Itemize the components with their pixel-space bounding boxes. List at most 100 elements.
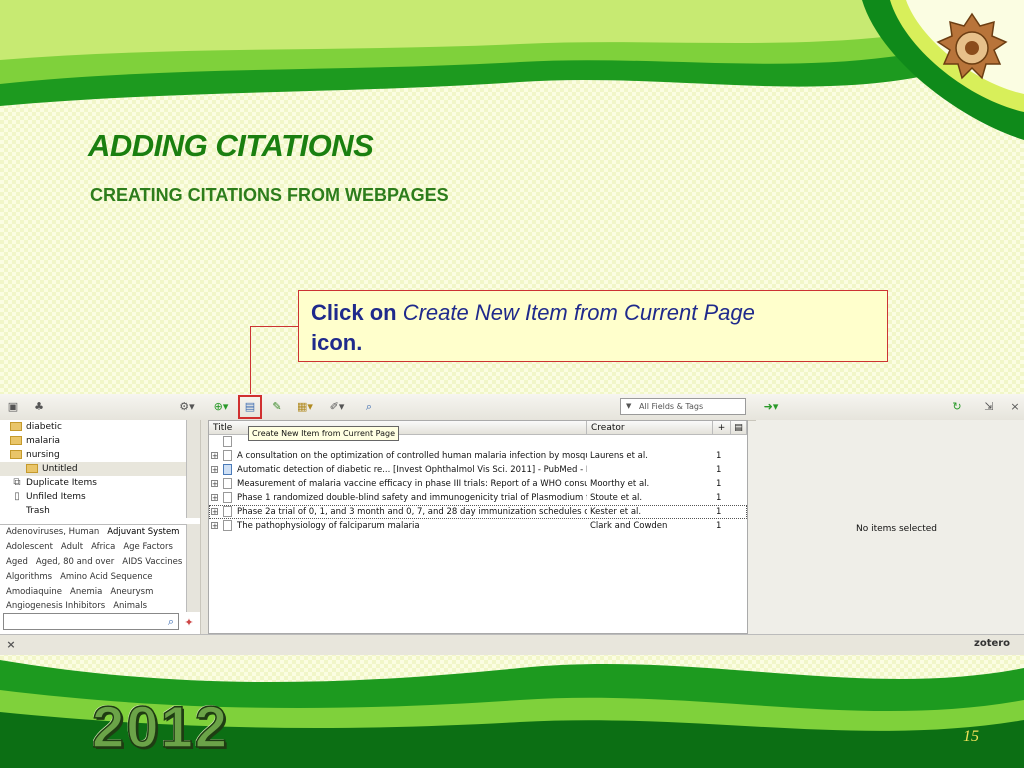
column-header-attachments[interactable]: + [713,421,731,435]
close-icon[interactable]: × [1008,400,1022,414]
tag[interactable]: Amodiaquine [6,587,62,597]
duplicate-icon: ⧉ [13,477,21,488]
item-pane: No items selected [756,420,1024,634]
expand-icon[interactable]: + [211,494,218,502]
folder-icon [10,436,22,445]
zotero-logo: zotero [974,638,1011,649]
zotero-pane: ▣ ♣ ⚙▾ ⊕▾ ▤ ✎ ▦▾ ✐▾ ⌕ ▼ All Fields & Tag… [0,394,1024,655]
tag-row: Aged Aged, 80 and over AIDS Vaccines [6,557,190,567]
tag-selector: Adenoviruses, Human Adjuvant System Adole… [0,524,186,613]
document-icon [223,506,232,517]
collection-item-malaria[interactable]: malaria [10,434,60,448]
sync-icon[interactable]: ↻ [950,400,964,414]
tag[interactable]: Aneurysm [110,587,153,597]
column-header-creator[interactable]: Creator [587,421,713,435]
new-collection-icon[interactable]: ▣ [6,400,20,414]
callout-bold-text: Click on [311,300,397,325]
tag-search-input[interactable]: ⌕ [3,613,179,630]
folder-icon [10,450,22,459]
collection-item-unfiled-items[interactable]: ▯ Unfiled Items [14,490,86,504]
advanced-search-icon[interactable]: ⌕ [362,400,376,414]
close-icon[interactable]: × [4,638,18,652]
tag[interactable]: Animals [113,601,147,611]
tag[interactable]: Aged [6,557,28,567]
tag-row: Amodiaquine Anemia Aneurysm [6,587,161,597]
tooltip: Create New Item from Current Page [248,426,399,441]
document-icon [223,520,232,531]
left-pane: diabetic malaria nursing Untitled ⧉ Dupli… [0,420,200,634]
collection-item-trash[interactable]: 🗑Trash [26,504,50,516]
document-icon [223,450,232,461]
table-row[interactable]: + Automatic detection of diabetic re... [… [209,463,747,477]
tag[interactable]: Adult [61,542,83,552]
tag[interactable]: Adjuvant System [107,527,179,537]
expand-icon[interactable]: + [211,480,218,488]
attachment-icon[interactable]: ✐▾ [326,400,348,414]
expand-icon[interactable]: + [211,452,218,460]
tag[interactable]: Africa [91,542,115,552]
search-placeholder: All Fields & Tags [639,402,704,411]
tag[interactable]: Age Factors [123,542,173,552]
page-number: 15 [963,728,979,745]
table-row[interactable]: + Phase 2a trial of 0, 1, and 3 month and… [209,505,747,519]
collection-item-diabetic[interactable]: diabetic [10,420,62,434]
folder-icon [26,464,38,473]
chevron-down-icon[interactable]: ▼ [626,399,631,414]
tag[interactable]: Aged, 80 and over [36,557,114,567]
document-icon [223,436,232,447]
table-row[interactable]: + The pathophysiology of falciparum malar… [209,519,747,533]
search-icon: ⌕ [167,615,175,628]
tag[interactable]: AIDS Vaccines [122,557,182,567]
new-group-icon[interactable]: ♣ [32,400,46,414]
table-row[interactable]: + Phase 1 randomized double-blind safety … [209,491,747,505]
tag-row: Algorithms Amino Acid Sequence [6,572,161,582]
zotero-toolbar: ▣ ♣ ⚙▾ ⊕▾ ▤ ✎ ▦▾ ✐▾ ⌕ ▼ All Fields & Tag… [0,394,1024,421]
tag-row: Adenoviruses, Human Adjuvant System [6,527,187,537]
tag-scrollbar[interactable] [186,524,200,612]
callout-end-text: icon. [311,330,363,355]
locate-icon[interactable]: ➜▾ [760,400,782,414]
slide-title: ADDING CITATIONS [88,128,374,163]
tag[interactable]: Anemia [70,587,102,597]
items-list: Title Creator + ▤ + A consultation on the… [208,420,748,634]
collection-item-duplicate-items[interactable]: ⧉ Duplicate Items [13,476,97,490]
no-items-message: No items selected [856,524,937,534]
expand-icon[interactable]: + [211,508,218,516]
document-icon [223,478,232,489]
tag-row: Angiogenesis Inhibitors Animals [6,601,155,611]
webpage-icon [223,464,232,475]
tag[interactable]: Adenoviruses, Human [6,527,99,537]
callout-italic-text: Create New Item from Current Page [402,300,755,325]
collection-scrollbar[interactable] [186,420,200,518]
table-row[interactable]: + A consultation on the optimization of c… [209,449,747,463]
callout-leader-line [250,326,298,327]
year-label: 2012 [91,694,230,761]
tag-menu-icon[interactable]: ✦ [182,616,196,630]
tag-row: Adolescent Adult Africa Age Factors [6,542,181,552]
tag[interactable]: Angiogenesis Inhibitors [6,601,105,611]
fullscreen-icon[interactable]: ⇲ [982,400,996,414]
university-logo [936,12,1008,80]
table-row[interactable]: + Measurement of malaria vaccine efficacy… [209,477,747,491]
collection-tree: diabetic malaria nursing Untitled ⧉ Dupli… [0,420,187,518]
collection-item-nursing[interactable]: nursing [10,448,60,462]
tag[interactable]: Amino Acid Sequence [60,572,152,582]
gear-icon[interactable]: ⚙▾ [176,400,198,414]
collection-item-untitled[interactable]: Untitled [0,462,186,476]
search-input[interactable]: ▼ All Fields & Tags [620,398,746,415]
callout-leader-line-vertical [250,326,251,394]
document-icon [223,492,232,503]
new-item-icon[interactable]: ⊕▾ [210,400,232,414]
expand-icon[interactable]: + [211,466,218,474]
unfiled-icon: ▯ [14,491,20,502]
instruction-callout: Click on Create New Item from Current Pa… [298,290,888,362]
tag[interactable]: Algorithms [6,572,52,582]
column-picker-icon[interactable]: ▤ [731,421,747,435]
add-by-identifier-icon[interactable]: ✎ [270,400,284,414]
folder-icon [10,422,22,431]
new-note-icon[interactable]: ▦▾ [294,400,316,414]
tag[interactable]: Adolescent [6,542,53,552]
create-item-from-page-icon[interactable]: ▤ [243,400,257,414]
expand-icon[interactable]: + [211,522,218,530]
status-bar: × zotero [0,634,1024,655]
